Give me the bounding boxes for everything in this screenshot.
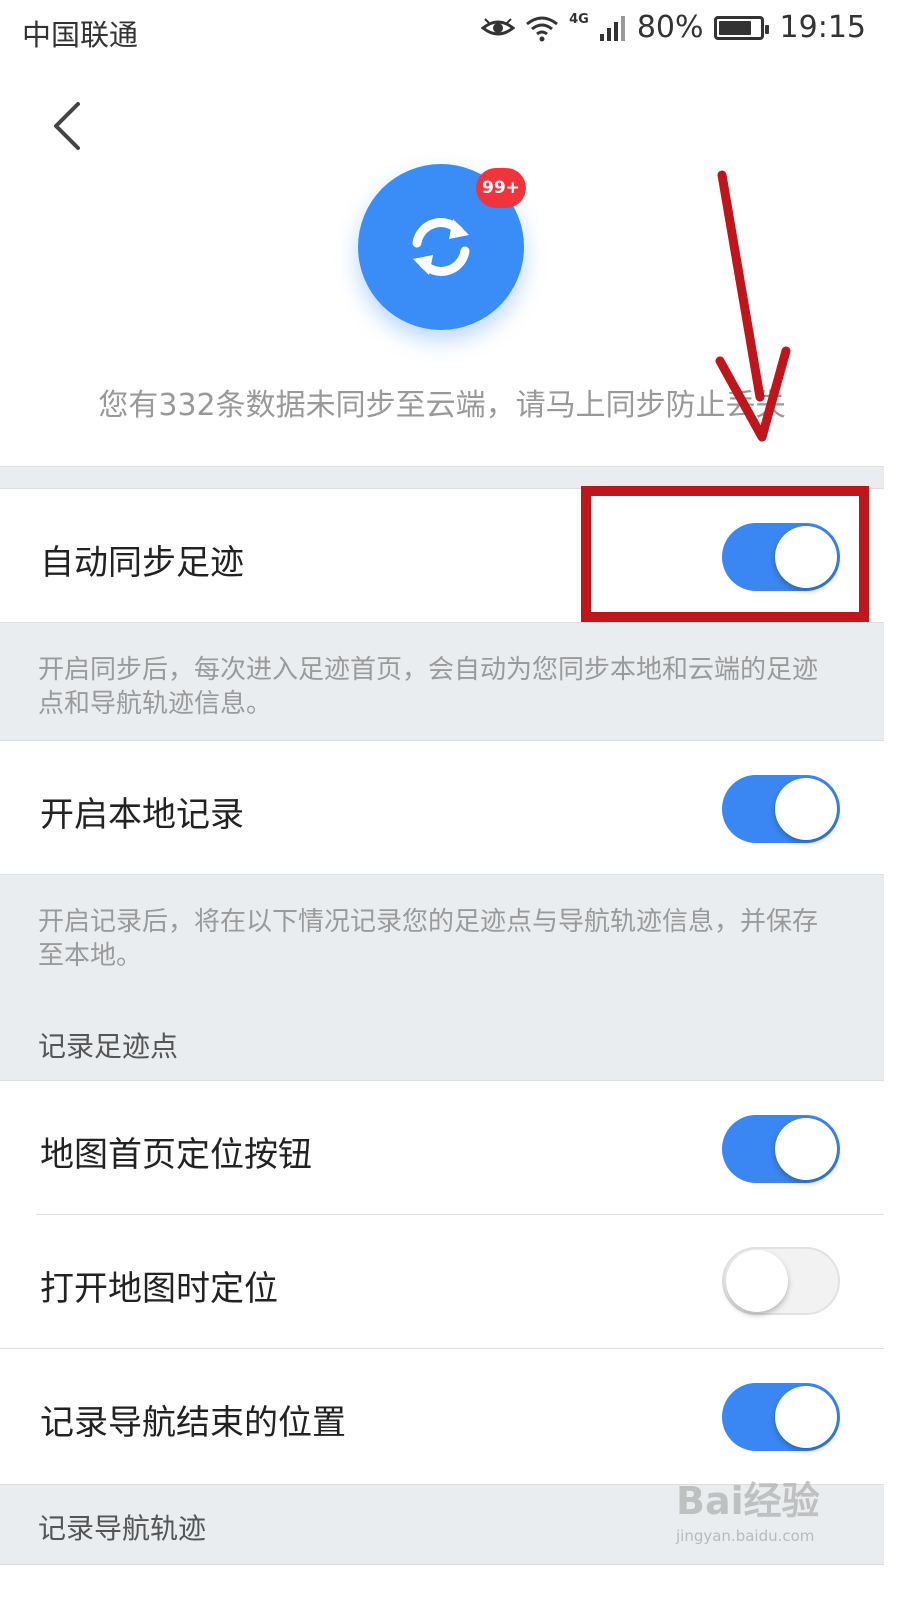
toggle-knob	[775, 1118, 837, 1180]
network-type: 4G	[569, 12, 589, 27]
setting-row-open-map-locate[interactable]: 打开地图时定位	[0, 1215, 884, 1348]
watermark-url: jingyan.baidu.com	[676, 1527, 815, 1545]
setting-row-local-record[interactable]: 开启本地记录	[0, 740, 884, 874]
section-header-points: 记录足迹点	[38, 1030, 179, 1063]
clock: 19:15	[779, 10, 866, 45]
status-icons: 4G 80% 19:15	[481, 10, 866, 45]
battery-percent: 80%	[636, 10, 704, 45]
description-block: 开启记录后，将在以下情况记录您的足迹点与导航轨迹信息，并保存至本地。 记录足迹点	[0, 874, 884, 1080]
chevron-left-icon	[54, 102, 80, 150]
signal-icon	[599, 15, 625, 41]
setting-label: 地图首页定位按钮	[40, 1135, 312, 1175]
setting-label: 记录导航结束的位置	[40, 1403, 346, 1443]
status-bar: 中国联通 4G 80% 19:15	[0, 0, 900, 62]
bottom-divider	[0, 1564, 884, 1565]
section-gap	[0, 466, 884, 488]
toggle-knob	[775, 778, 837, 840]
locate-button-toggle[interactable]	[722, 1115, 840, 1183]
arrow-down-icon	[715, 170, 791, 442]
open-map-locate-toggle[interactable]	[722, 1247, 840, 1315]
eye-icon	[481, 17, 516, 35]
setting-label: 自动同步足迹	[40, 543, 244, 583]
setting-row-locate-button[interactable]: 地图首页定位按钮	[0, 1080, 884, 1214]
back-button[interactable]	[42, 96, 102, 156]
setting-label: 开启本地记录	[40, 795, 244, 835]
toggle-knob	[726, 1250, 788, 1312]
highlight-box	[581, 486, 869, 622]
sync-icon	[412, 218, 470, 276]
auto-sync-description: 开启同步后，每次进入足迹首页，会自动为您同步本地和云端的足迹点和导航轨迹信息。	[38, 655, 819, 719]
local-record-toggle[interactable]	[722, 775, 840, 843]
setting-label: 打开地图时定位	[40, 1269, 278, 1309]
local-record-description: 开启记录后，将在以下情况记录您的足迹点与导航轨迹信息，并保存至本地。	[38, 907, 819, 971]
battery-icon	[713, 15, 769, 40]
sync-button[interactable]: 99+	[358, 164, 526, 330]
nav-end-position-toggle[interactable]	[722, 1383, 840, 1451]
toggle-knob	[775, 1386, 837, 1448]
setting-row-nav-end-position[interactable]: 记录导航结束的位置	[0, 1348, 884, 1484]
battery-fill	[718, 20, 751, 35]
unsynced-count-badge: 99+	[476, 168, 526, 208]
carrier-name: 中国联通	[22, 18, 139, 52]
wifi-icon	[526, 16, 559, 41]
watermark-main: Bai经验	[676, 1479, 820, 1523]
watermark-logo: Bai经验 jingyan.baidu.com	[676, 1470, 836, 1550]
description-block: 开启同步后，每次进入足迹首页，会自动为您同步本地和云端的足迹点和导航轨迹信息。	[0, 622, 884, 740]
section-header-tracks: 记录导航轨迹	[38, 1512, 207, 1545]
